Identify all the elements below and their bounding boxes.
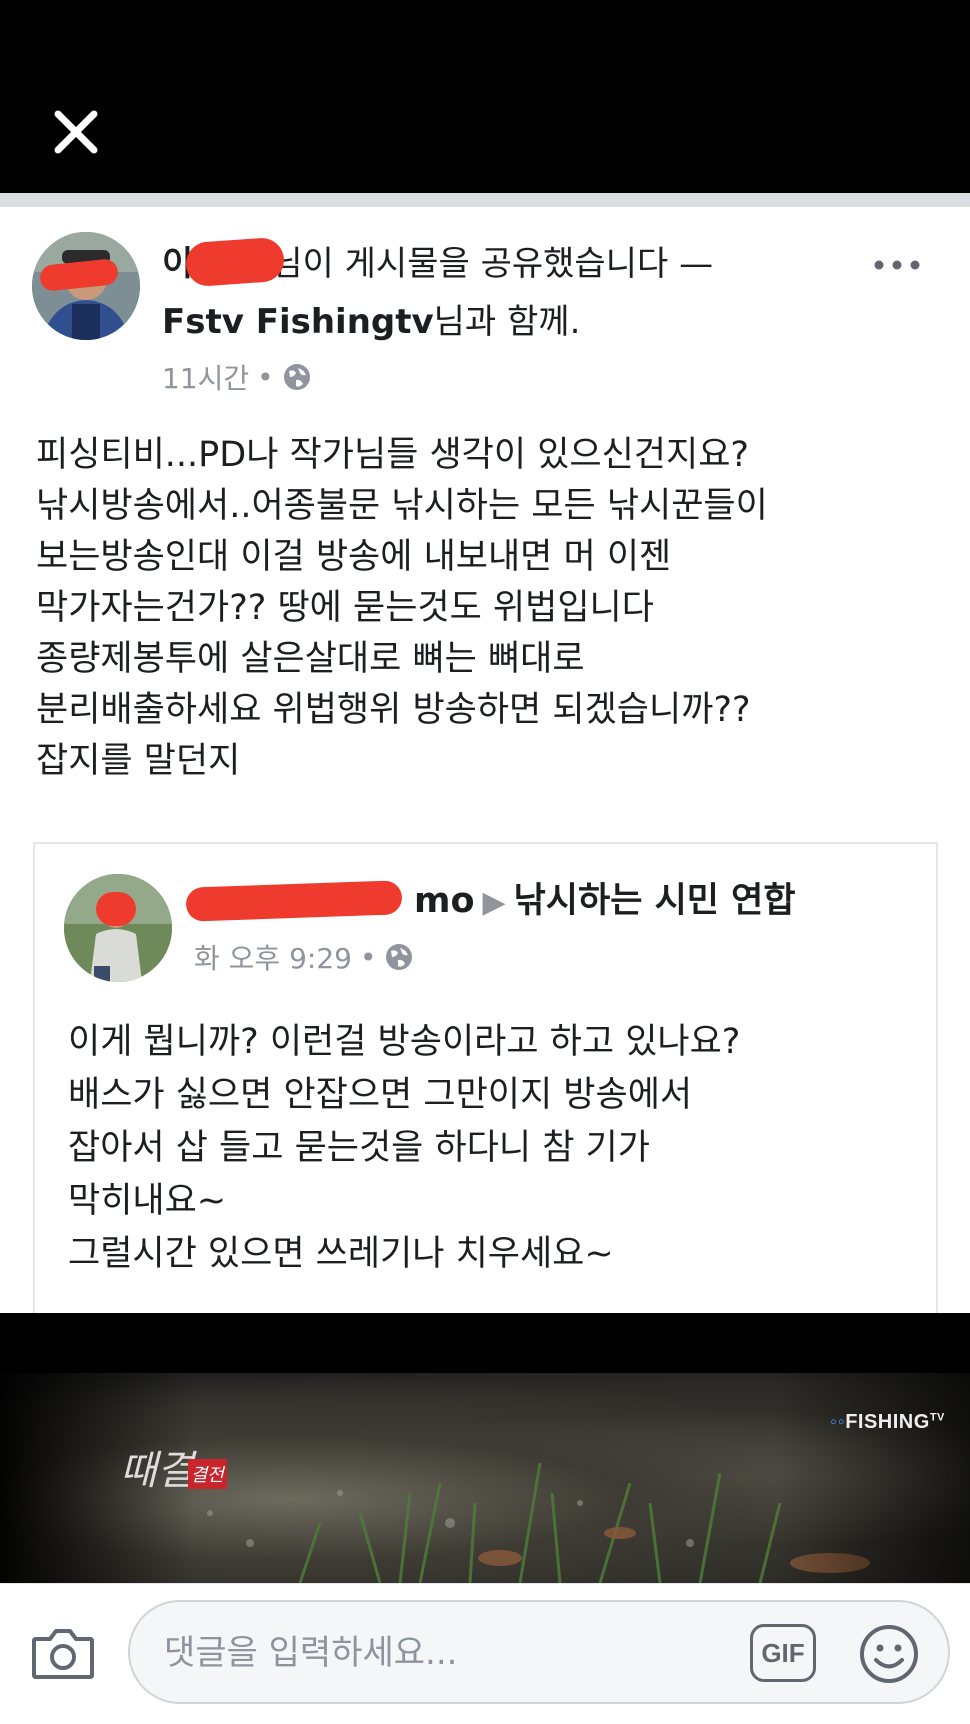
meta-separator: • <box>359 940 377 974</box>
comment-input-wrapper <box>128 1600 950 1704</box>
program-title-art: 때결결전 <box>120 1438 227 1496</box>
shared-avatar-redaction <box>96 892 136 926</box>
shared-body-line: 이게 뭡니까? 이런걸 방송이라고 하고 있나요? <box>68 1022 741 1062</box>
globe-icon <box>386 944 413 970</box>
emoji-icon[interactable] <box>858 1623 920 1685</box>
shared-body-line: 배스가 싫으면 안잡으면 그만이지 방송에서 <box>68 1075 693 1115</box>
post-body-line: 보는방송인대 이걸 방송에 내보내면 머 이젠 <box>36 537 672 577</box>
shared-post-meta: 화 오후 9:29 • <box>194 937 414 977</box>
post-body-line: 막가자는건가?? 땅에 묻는것도 위법입니다 <box>36 588 654 628</box>
top-bar <box>0 0 970 193</box>
channel-logo: ◦◦FISHINGTV <box>830 1411 945 1433</box>
shared-post-time[interactable]: 화 오후 9:29 <box>194 937 352 977</box>
arrow-right-icon: ▶ <box>482 885 506 920</box>
post-body-line: 잡지를 말던지 <box>36 741 241 781</box>
post-body-line: 종량제봉투에 살은살대로 뼈는 뼈대로 <box>36 639 585 679</box>
tagged-page-name[interactable]: Fstv Fishingtv <box>162 302 434 342</box>
post-meta: 11시간 • <box>162 357 312 397</box>
close-icon[interactable] <box>48 104 104 160</box>
shared-body-line: 그럴시간 있으면 쓰레기나 치우세요~ <box>68 1234 614 1274</box>
red-seal: 결전 <box>187 1459 227 1489</box>
shared-body-line: 잡아서 삽 들고 묻는것을 하다니 참 기가 <box>68 1128 650 1168</box>
post-body-line: 피싱티비...PD나 작가님들 생각이 있으신건지요? <box>36 435 749 475</box>
comment-input[interactable] <box>164 1630 704 1676</box>
post-body: 피싱티비...PD나 작가님들 생각이 있으신건지요? 낚시방송에서..어종불문… <box>36 430 936 787</box>
camera-icon[interactable] <box>30 1623 96 1683</box>
gif-button[interactable]: GIF <box>750 1624 816 1682</box>
header-action-text: 님이 게시물을 공유했습니다 — <box>271 244 714 284</box>
author-name-redaction <box>184 236 286 288</box>
meta-separator: • <box>257 360 274 394</box>
shared-author-avatar[interactable] <box>64 874 172 982</box>
shared-author-name[interactable]: mo <box>414 881 475 921</box>
more-options-icon[interactable] <box>872 250 922 280</box>
tagged-suffix: 님과 함께. <box>433 302 581 342</box>
post-time[interactable]: 11시간 <box>162 357 249 397</box>
shared-body-line: 막히내요~ <box>68 1181 227 1221</box>
globe-icon <box>283 364 310 390</box>
video-preview[interactable]: ◦◦FISHINGTV 때결결전 <box>0 1313 970 1583</box>
group-name[interactable]: 낚시하는 시민 연합 <box>514 881 796 921</box>
post-header-line2: Fstv Fishingtv님과 함께. <box>162 297 580 347</box>
post-body-line: 분리배출하세요 위법행위 방송하면 되겠습니까?? <box>36 690 751 730</box>
shared-post-body: 이게 뭡니까? 이런걸 방송이라고 하고 있나요? 배스가 싫으면 안잡으면 그… <box>68 1016 918 1281</box>
post-body-line: 낚시방송에서..어종불문 낚시하는 모든 낚시꾼들이 <box>36 486 768 526</box>
